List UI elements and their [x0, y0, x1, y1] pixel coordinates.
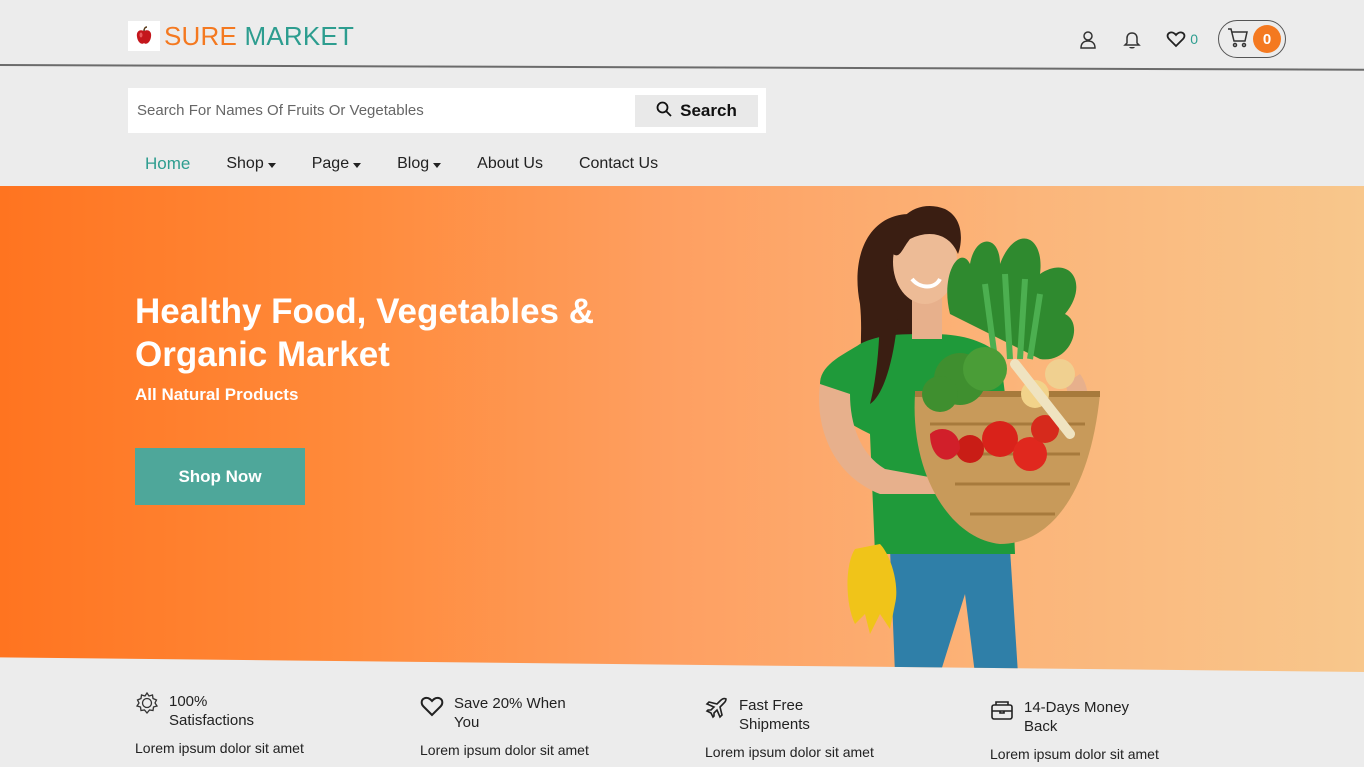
- caret-down-icon: [353, 162, 362, 168]
- search-button[interactable]: Search: [635, 95, 758, 127]
- caret-down-icon: [433, 162, 442, 168]
- cart-icon: [1227, 26, 1249, 53]
- user-icon[interactable]: [1076, 27, 1100, 51]
- nav-item-contact[interactable]: Contact Us: [579, 155, 658, 173]
- features-row: 100% Satisfactions Lorem ipsum dolor sit…: [0, 680, 1364, 767]
- cart-button[interactable]: 0: [1218, 20, 1286, 58]
- caret-down-icon: [267, 162, 276, 168]
- feature-title: Fast Free Shipments: [739, 697, 810, 733]
- hero-subtitle: All Natural Products: [135, 385, 299, 404]
- feature-shipping: Fast Free Shipments Lorem ipsum dolor si…: [705, 684, 965, 760]
- search-icon: [656, 101, 672, 122]
- heart-icon: [1164, 27, 1188, 51]
- bell-icon[interactable]: [1120, 27, 1144, 51]
- header-divider: [0, 64, 1364, 71]
- plane-icon: [705, 696, 731, 722]
- main-nav: Home Shop Page Blog About Us Contact Us: [145, 150, 694, 178]
- logo-text-market: MARKET: [244, 20, 355, 51]
- feature-title: 100% Satisfactions: [169, 693, 255, 729]
- wishlist-button[interactable]: 0: [1164, 27, 1198, 51]
- feature-save: Save 20% When You Lorem ipsum dolor sit …: [420, 682, 680, 758]
- nav-item-about[interactable]: About Us: [477, 155, 543, 173]
- site-logo[interactable]: SURE MARKET: [128, 20, 354, 52]
- nav-item-home[interactable]: Home: [145, 154, 190, 174]
- feature-desc: Lorem ipsum dolor sit amet: [990, 746, 1159, 762]
- cart-count-badge: 0: [1253, 25, 1281, 53]
- nav-item-shop[interactable]: Shop: [226, 155, 276, 173]
- apple-icon: [128, 21, 160, 51]
- feature-title: 14-Days Money Back: [1024, 699, 1130, 735]
- logo-text-sure: SURE: [164, 20, 238, 51]
- header-actions: 0 0: [1076, 20, 1286, 58]
- feature-money-back: 14-Days Money Back Lorem ipsum dolor sit…: [990, 686, 1250, 762]
- feature-desc: Lorem ipsum dolor sit amet: [135, 740, 304, 756]
- search-button-label: Search: [680, 101, 737, 120]
- hero-woman-with-vegetable-basket-image: [819, 206, 1100, 672]
- feature-desc: Lorem ipsum dolor sit amet: [420, 742, 589, 758]
- wallet-icon: [990, 698, 1016, 724]
- feature-satisfaction: 100% Satisfactions Lorem ipsum dolor sit…: [135, 680, 395, 756]
- wishlist-count: 0: [1190, 31, 1198, 47]
- search-input[interactable]: [128, 90, 628, 131]
- heart-icon: [420, 694, 446, 720]
- feature-desc: Lorem ipsum dolor sit amet: [705, 744, 874, 760]
- badge-icon: [135, 691, 161, 718]
- nav-item-page[interactable]: Page: [312, 155, 362, 173]
- header-bar: SURE MARKET 0 0: [0, 0, 1364, 72]
- shop-now-button[interactable]: Shop Now: [135, 448, 305, 505]
- feature-title: Save 20% When You: [454, 695, 566, 731]
- hero-banner: Healthy Food, Vegetables & Organic Marke…: [0, 186, 1364, 672]
- search-bar: Search: [128, 88, 766, 133]
- nav-item-blog[interactable]: Blog: [397, 155, 442, 173]
- hero-title: Healthy Food, Vegetables & Organic Marke…: [135, 292, 594, 374]
